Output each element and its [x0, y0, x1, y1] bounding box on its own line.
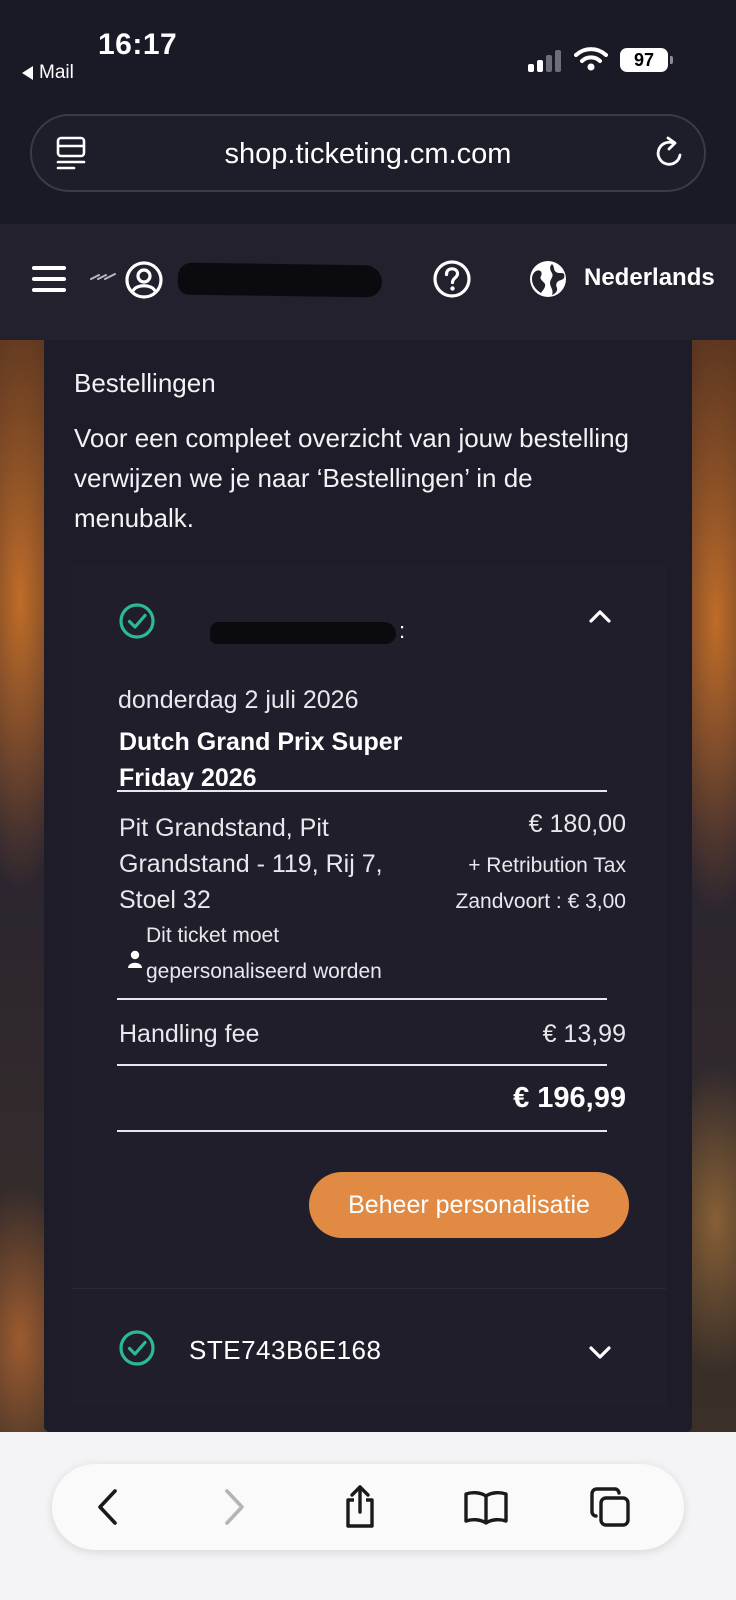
event-name: Dutch Grand Prix Super Friday 2026 [119, 728, 403, 792]
divider [117, 998, 607, 1000]
personalisation-notice: Dit ticket moet gepersonaliseerd worden [146, 924, 382, 983]
url-field[interactable]: shop.ticketing.cm.com [30, 114, 706, 192]
section-intro: Voor een compleet overzicht van jouw bes… [74, 423, 629, 533]
chevron-up-icon[interactable] [588, 608, 612, 624]
back-app-label: Mail [39, 62, 74, 83]
person-icon [128, 950, 142, 968]
orders-card: Bestellingen Voor een compleet overzicht… [44, 340, 692, 1432]
back-icon[interactable] [82, 1482, 134, 1532]
signal-icon [528, 50, 564, 72]
bookmarks-icon[interactable] [460, 1482, 512, 1532]
browser-address-bar: shop.ticketing.cm.com [0, 100, 736, 224]
back-triangle-icon [22, 66, 33, 80]
user-icon[interactable] [124, 260, 164, 300]
browser-toolbar [0, 1432, 736, 1600]
order-collapsed[interactable]: STE743B6E168 [72, 1288, 666, 1406]
section-title: Bestellingen [74, 368, 216, 398]
seat-description: Pit Grandstand, Pit Grandstand - 119, Ri… [119, 814, 383, 914]
wifi-icon [574, 47, 608, 71]
redacted-username [177, 262, 383, 298]
handling-fee-label: Handling fee [119, 1020, 260, 1048]
redacted-order-number [210, 622, 396, 644]
battery-icon: 97 [620, 48, 673, 72]
status-bar: 16:17 Mail 97 [0, 0, 736, 100]
manage-personalisation-button[interactable]: Beheer personalisatie [309, 1172, 629, 1238]
forward-icon[interactable] [208, 1482, 260, 1532]
divider [117, 790, 607, 792]
toolbar-pill [52, 1464, 684, 1550]
event-date: donderdag 2 juli 2026 [118, 686, 359, 714]
check-circle-icon [119, 1330, 155, 1366]
back-to-mail-link[interactable]: Mail [22, 62, 74, 84]
ticket-price: € 180,00 [528, 810, 626, 838]
chevron-down-icon[interactable] [588, 1345, 612, 1361]
divider [117, 1064, 607, 1066]
order-expanded: : donderdag 2 juli 2026 Dutch Grand Prix… [72, 566, 666, 1288]
ticket-tax: + Retribution Tax Zandvoort : € 3,00 [455, 854, 626, 913]
menu-icon[interactable] [32, 266, 66, 292]
order-total: € 196,99 [513, 1082, 626, 1114]
reload-icon[interactable] [654, 136, 686, 170]
language-selector[interactable]: Nederlands [584, 264, 715, 292]
logo-mark [90, 273, 116, 280]
share-icon[interactable] [334, 1482, 386, 1532]
globe-icon[interactable] [528, 259, 568, 299]
handling-fee-value: € 13,99 [542, 1020, 626, 1048]
check-circle-icon [119, 603, 155, 639]
url-text: shop.ticketing.cm.com [224, 138, 512, 170]
redacted-colon: : [399, 618, 406, 643]
order-id: STE743B6E168 [189, 1335, 382, 1365]
status-time: 16:17 [98, 28, 178, 61]
site-header: Nederlands [0, 224, 736, 340]
tabs-icon[interactable] [584, 1482, 636, 1532]
divider [117, 1130, 607, 1132]
help-icon[interactable] [432, 259, 472, 299]
